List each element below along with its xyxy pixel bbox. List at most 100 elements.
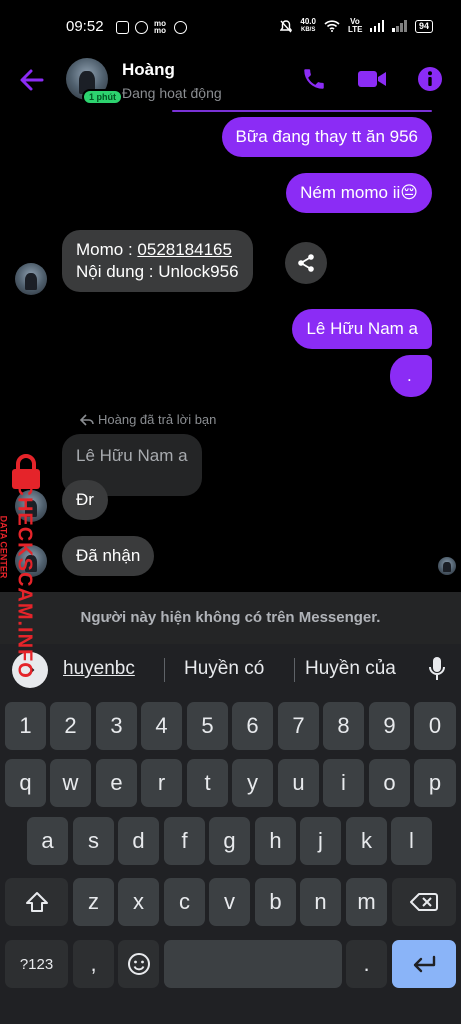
- key-t[interactable]: t: [187, 759, 228, 807]
- mic-icon[interactable]: [428, 656, 446, 682]
- key-7[interactable]: 7: [278, 702, 319, 750]
- status-bar: 09:52 mo mo 40.0 KB/S Vo LTE 94: [0, 0, 461, 52]
- shift-icon: [25, 892, 48, 912]
- reply-icon: [80, 413, 94, 426]
- active-time-badge: 1 phút: [82, 89, 123, 105]
- key-x[interactable]: x: [118, 878, 159, 926]
- key-4[interactable]: 4: [141, 702, 182, 750]
- backspace-icon: [410, 893, 438, 911]
- divider: [294, 658, 295, 682]
- conversation-thread[interactable]: Bữa đang thay tt ăn 956 Ném momo ii😔 Mom…: [0, 108, 461, 592]
- keyboard: 1 2 3 4 5 6 7 8 9 0 q w e r t y u i o p …: [0, 696, 461, 1024]
- key-f[interactable]: f: [164, 817, 205, 865]
- message-bubble-outgoing[interactable]: Bữa đang thay tt ăn 956: [221, 117, 432, 157]
- enter-key[interactable]: [392, 940, 456, 988]
- key-a[interactable]: a: [27, 817, 68, 865]
- key-h[interactable]: h: [255, 817, 296, 865]
- key-z[interactable]: z: [73, 878, 114, 926]
- key-6[interactable]: 6: [232, 702, 273, 750]
- phone-icon[interactable]: [301, 66, 327, 92]
- key-w[interactable]: w: [50, 759, 91, 807]
- key-c[interactable]: c: [164, 878, 205, 926]
- enter-icon: [413, 955, 436, 973]
- message-edge: [172, 110, 432, 112]
- key-1[interactable]: 1: [5, 702, 46, 750]
- message-bubble-outgoing[interactable]: Ném momo ii😔: [286, 173, 432, 213]
- period-key[interactable]: .: [346, 940, 387, 988]
- message-bubble-outgoing[interactable]: .: [390, 355, 432, 397]
- reply-label-text: Hoàng đã trả lời bạn: [98, 412, 217, 427]
- phone-number-link[interactable]: 0528184165: [137, 240, 232, 259]
- key-9[interactable]: 9: [369, 702, 410, 750]
- messenger-icon: [174, 20, 187, 34]
- header-actions: [301, 66, 443, 92]
- message-bubble-outgoing[interactable]: Lê Hữu Nam a: [292, 309, 432, 349]
- shift-key[interactable]: [5, 878, 68, 926]
- watermark-text: CHECKSCAM.INFO: [13, 481, 36, 679]
- key-5[interactable]: 5: [187, 702, 228, 750]
- key-o[interactable]: o: [369, 759, 410, 807]
- key-b[interactable]: b: [255, 878, 296, 926]
- key-d[interactable]: d: [118, 817, 159, 865]
- wifi-icon: [324, 20, 340, 32]
- key-r[interactable]: r: [141, 759, 182, 807]
- momo-icon: mo mo: [154, 19, 166, 35]
- backspace-key[interactable]: [392, 878, 456, 926]
- key-8[interactable]: 8: [323, 702, 364, 750]
- emoji-icon: [127, 953, 150, 975]
- key-k[interactable]: k: [346, 817, 387, 865]
- suggestion-bar: huyenbc Huyền có Huyền của: [0, 644, 461, 696]
- signal-icon-2: [392, 20, 407, 32]
- notification-icons: mo mo: [116, 19, 187, 35]
- key-y[interactable]: y: [232, 759, 273, 807]
- payment-line: Momo : 0528184165: [76, 239, 239, 261]
- contacts-icon: [135, 20, 148, 34]
- system-indicators: 40.0 KB/S Vo LTE 94: [280, 18, 433, 34]
- content-line: Nội dung : Unlock956: [76, 262, 239, 281]
- key-u[interactable]: u: [278, 759, 319, 807]
- message-bubble-incoming[interactable]: Đr: [62, 480, 108, 520]
- sender-avatar[interactable]: [15, 263, 47, 295]
- message-bubble-incoming[interactable]: Đã nhận: [62, 536, 155, 576]
- signal-icon: [369, 20, 385, 32]
- key-s[interactable]: s: [73, 817, 114, 865]
- volte-indicator: Vo LTE: [347, 17, 363, 34]
- payment-label: Momo :: [76, 240, 138, 259]
- screen-record-icon: [116, 20, 129, 34]
- speed-unit: KB/S: [301, 27, 316, 33]
- key-3[interactable]: 3: [96, 702, 137, 750]
- key-2[interactable]: 2: [50, 702, 91, 750]
- share-button[interactable]: [285, 242, 327, 284]
- contact-name[interactable]: Hoàng: [122, 60, 175, 80]
- space-key[interactable]: [164, 940, 342, 988]
- key-g[interactable]: g: [209, 817, 250, 865]
- mute-icon: [280, 19, 293, 32]
- suggestion-1[interactable]: huyenbc: [63, 658, 135, 680]
- read-receipt-avatar: [438, 557, 456, 575]
- back-arrow-icon[interactable]: [18, 66, 46, 94]
- watermark-sub: DATA CENTER: [0, 515, 9, 579]
- contact-status: Đang hoạt động: [122, 85, 222, 101]
- key-0[interactable]: 0: [414, 702, 456, 750]
- suggestion-3[interactable]: Huyền của: [305, 658, 396, 680]
- key-j[interactable]: j: [300, 817, 341, 865]
- key-l[interactable]: l: [391, 817, 432, 865]
- key-q[interactable]: q: [5, 759, 46, 807]
- status-time: 09:52: [66, 18, 104, 35]
- emoji-key[interactable]: [118, 940, 159, 988]
- key-e[interactable]: e: [96, 759, 137, 807]
- message-bubble-incoming[interactable]: Momo : 0528184165 Nội dung : Unlock956: [62, 230, 253, 292]
- unavailable-notice: Người này hiện không có trên Messenger.: [0, 592, 461, 644]
- key-p[interactable]: p: [414, 759, 456, 807]
- key-v[interactable]: v: [209, 878, 250, 926]
- video-icon[interactable]: [357, 68, 387, 90]
- battery-indicator: 94: [414, 19, 433, 33]
- key-n[interactable]: n: [300, 878, 341, 926]
- key-i[interactable]: i: [323, 759, 364, 807]
- symbols-key[interactable]: ?123: [5, 940, 68, 988]
- key-m[interactable]: m: [346, 878, 387, 926]
- watermark: DATA CENTER CHECKSCAM.INFO: [0, 452, 44, 679]
- suggestion-2[interactable]: Huyền có: [184, 658, 264, 680]
- info-icon[interactable]: [417, 66, 443, 92]
- comma-key[interactable]: ,: [73, 940, 114, 988]
